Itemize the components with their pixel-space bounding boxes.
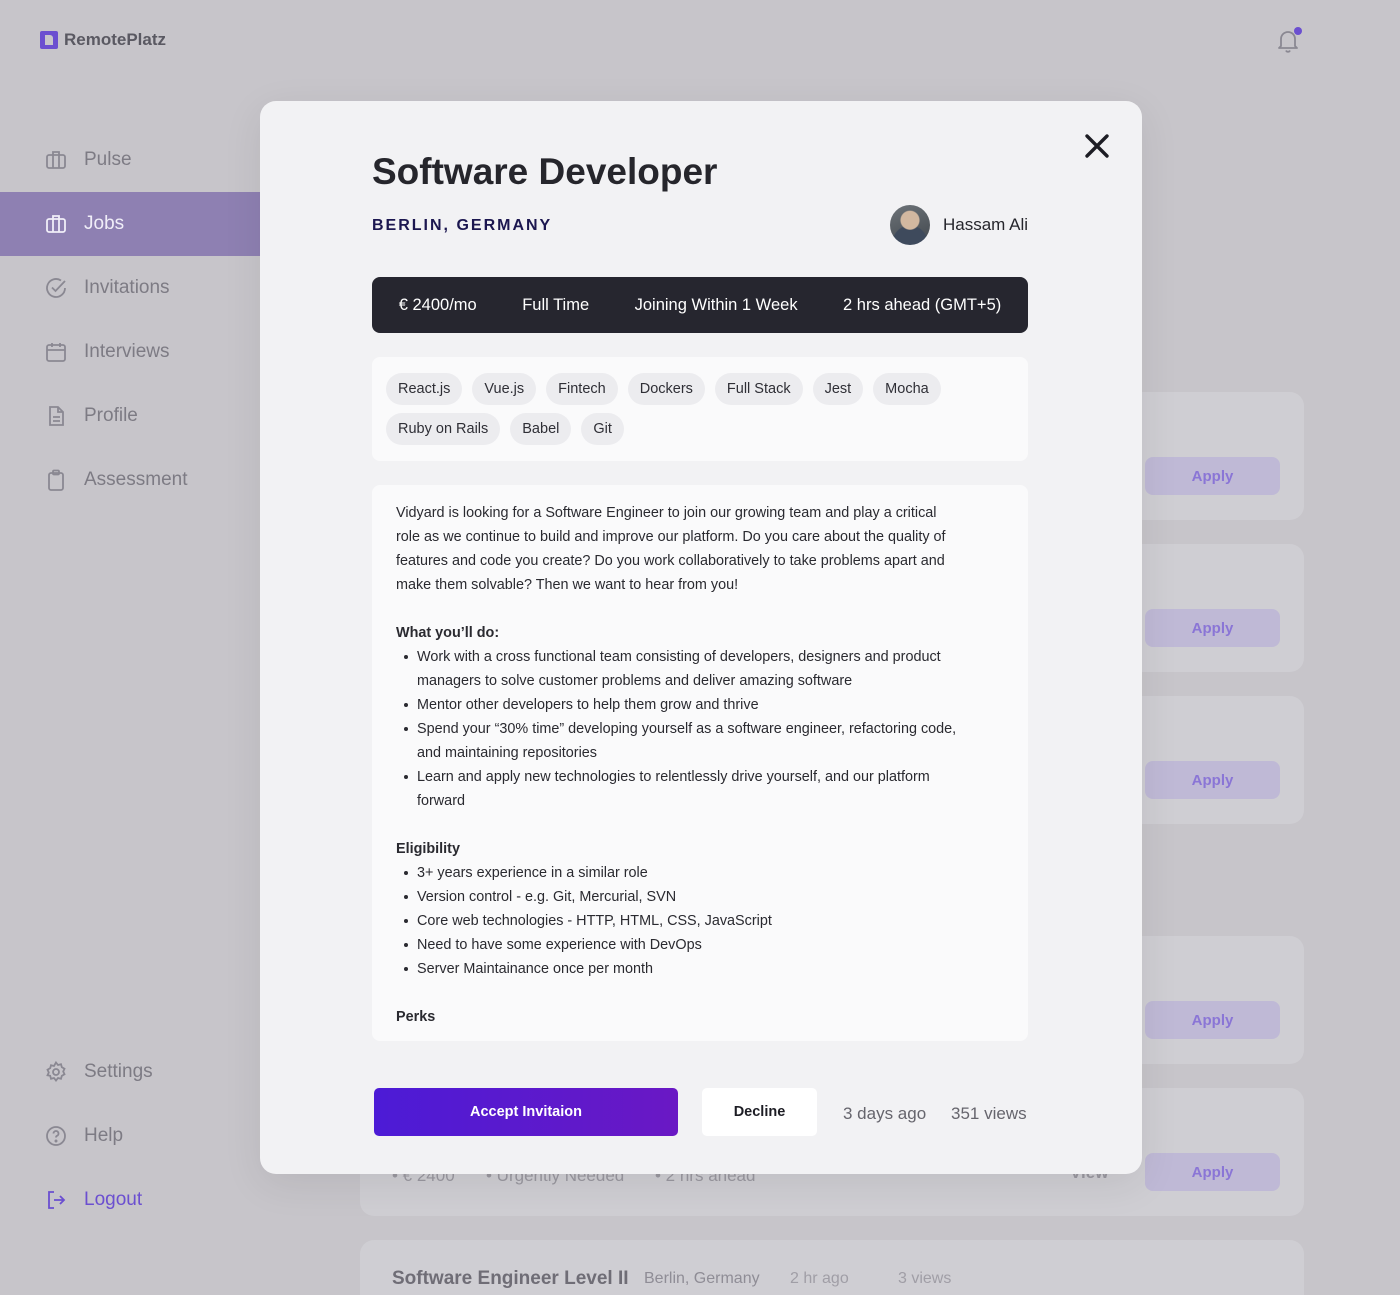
sidebar-item-interviews[interactable]: Interviews [0, 320, 260, 384]
apply-button[interactable]: Apply [1145, 1153, 1280, 1191]
accept-invitation-button[interactable]: Accept Invitaion [374, 1088, 678, 1136]
skill-tag: Full Stack [714, 373, 803, 405]
skill-tag: Git [581, 413, 624, 445]
salary-info: € 2400/mo [398, 295, 477, 314]
job-card-location: Berlin, Germany [644, 1270, 760, 1287]
sidebar-item-help[interactable]: Help [0, 1104, 260, 1168]
list-item: 3+ years experience in a similar role [396, 861, 966, 885]
skill-tag: React.js [386, 373, 463, 405]
posted-time: 3 days ago [843, 1104, 927, 1123]
help-circle-icon [44, 1124, 68, 1148]
sidebar-item-pulse[interactable]: Pulse [0, 128, 260, 192]
sidebar-item-label: Interviews [84, 341, 170, 362]
skill-tag: Dockers [627, 373, 705, 405]
gear-icon [44, 1060, 68, 1084]
sidebar-item-settings[interactable]: Settings [0, 1040, 260, 1104]
skill-tag: Babel [510, 413, 572, 445]
close-button[interactable] [1082, 131, 1112, 161]
sidebar-bottom: Settings Help Logout [0, 1040, 260, 1232]
briefcase-icon [44, 212, 68, 236]
sidebar-item-label: Settings [84, 1061, 153, 1082]
sidebar-item-jobs[interactable]: Jobs [0, 192, 260, 256]
job-info-bar: € 2400/mo Full Time Joining Within 1 Wee… [372, 277, 1028, 333]
job-description[interactable]: Vidyard is looking for a Software Engine… [372, 485, 1028, 1041]
list-item: Need to have some experience with DevOps [396, 933, 966, 957]
joining-info: Joining Within 1 Week [634, 295, 798, 314]
poster-name: Hassam Ali [943, 215, 1029, 234]
notification-dot [1294, 27, 1302, 35]
job-title: Software Developer [372, 151, 718, 192]
job-detail-modal: Software Developer BERLIN, GERMANY Hassa… [260, 101, 1142, 1174]
logo-mark-icon [40, 31, 58, 49]
timezone-info: 2 hrs ahead (GMT+5) [843, 295, 1002, 314]
list-item: Core web technologies - HTTP, HTML, CSS,… [396, 909, 966, 933]
skill-tag: Mocha [873, 373, 941, 405]
section-heading: Eligibility [396, 841, 460, 857]
close-icon [1085, 134, 1109, 158]
job-card-title[interactable]: Software Engineer Level II [392, 1268, 629, 1290]
sidebar-item-label: Jobs [84, 213, 125, 234]
sidebar-item-label: Profile [84, 405, 138, 426]
sidebar-item-label: Pulse [84, 149, 132, 170]
job-location: BERLIN, GERMANY [372, 217, 553, 234]
sidebar-item-label: Invitations [84, 277, 170, 298]
section-heading: Perks [396, 1009, 436, 1025]
logout-icon [44, 1188, 68, 1212]
view-count: 351 views [951, 1104, 1027, 1123]
apply-button[interactable]: Apply [1145, 457, 1280, 495]
sidebar: Pulse Jobs Invitations Interviews Profil… [0, 128, 260, 512]
list-item: Version control - e.g. Git, Mercurial, S… [396, 885, 966, 909]
calendar-icon [44, 340, 68, 364]
description-intro: Vidyard is looking for a Software Engine… [396, 505, 946, 593]
list-item: Server Maintainance once per month [396, 957, 966, 981]
employment-type-info: Full Time [522, 295, 590, 314]
clipboard-icon [44, 468, 68, 492]
skill-tag: Fintech [546, 373, 618, 405]
sidebar-item-invitations[interactable]: Invitations [0, 256, 260, 320]
apply-button[interactable]: Apply [1145, 1001, 1280, 1039]
apply-button[interactable]: Apply [1145, 609, 1280, 647]
skill-tag: Jest [812, 373, 864, 405]
job-card-views: 3 views [898, 1270, 952, 1287]
skill-tag: Vue.js [472, 373, 537, 405]
app-logo[interactable]: RemotePlatz [40, 30, 166, 50]
apply-button[interactable]: Apply [1145, 761, 1280, 799]
decline-button[interactable]: Decline [702, 1088, 817, 1136]
sidebar-item-label: Logout [84, 1189, 143, 1210]
skill-tags: React.js Vue.js Fintech Dockers Full Sta… [372, 357, 1028, 461]
briefcase-icon [44, 148, 68, 172]
skill-tag: Ruby on Rails [386, 413, 501, 445]
app-name: RemotePlatz [64, 30, 167, 49]
document-icon [44, 404, 68, 428]
sidebar-item-label: Help [84, 1125, 124, 1146]
list-item: Mentor other developers to help them gro… [396, 693, 966, 717]
sidebar-item-label: Assessment [84, 469, 188, 490]
job-card-posted: 2 hr ago [790, 1270, 849, 1287]
responsibilities-list: Work with a cross functional team consis… [396, 645, 966, 813]
avatar [890, 205, 930, 245]
list-item: Work with a cross functional team consis… [396, 645, 966, 693]
list-item: Learn and apply new technologies to rele… [396, 765, 966, 813]
sidebar-item-profile[interactable]: Profile [0, 384, 260, 448]
check-circle-icon [44, 276, 68, 300]
list-item: Spend your “30% time” developing yoursel… [396, 717, 966, 765]
section-heading: What you’ll do: [396, 625, 500, 641]
sidebar-item-logout[interactable]: Logout [0, 1168, 260, 1232]
job-poster[interactable]: Hassam Ali [890, 205, 1028, 245]
eligibility-list: 3+ years experience in a similar role Ve… [396, 861, 966, 981]
sidebar-item-assessment[interactable]: Assessment [0, 448, 260, 512]
